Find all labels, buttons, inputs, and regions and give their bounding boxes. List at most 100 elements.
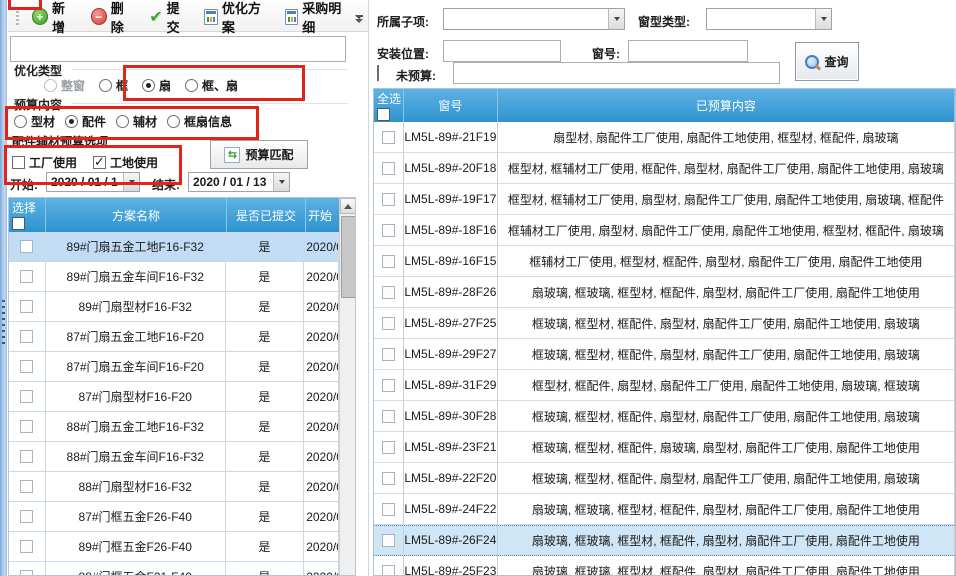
row-checkbox[interactable] [20,480,33,493]
budget-content-radio[interactable]: 辅材 [116,113,157,130]
start-date-cell: 2020/0 [304,292,339,322]
row-checkbox[interactable] [382,131,395,144]
window-type-select[interactable] [706,8,832,30]
budget-match-button[interactable]: ⇆ 预算匹配 [210,140,308,169]
panel-divider[interactable] [368,0,369,576]
delete-button[interactable]: − 删除 [86,0,141,38]
row-checkbox[interactable] [20,390,33,403]
plan-name-header[interactable]: 方案名称 [46,198,227,232]
window-row[interactable]: LM5L-89#-18F16 框辅材工厂使用, 扇型材, 扇配件工厂使用, 扇配… [374,215,955,246]
row-checkbox[interactable] [20,540,33,553]
row-checkbox[interactable] [382,348,395,361]
select-all-checkbox[interactable] [377,108,390,121]
dropdown-arrow-icon[interactable] [815,9,831,29]
plan-search-input[interactable] [10,36,346,62]
opt-type-radio[interactable]: 整窗 [44,77,85,94]
start-date-picker[interactable]: 2020 / 01 / 1 [46,172,140,192]
add-button[interactable]: + 新增 [27,0,82,38]
plan-row[interactable]: 89#门扇五金工地F16-F32 是 2020/0 [9,232,339,262]
row-checkbox[interactable] [382,317,395,330]
optimize-plan-button[interactable]: 优化方案 [199,0,276,38]
scrollbar-thumb[interactable] [341,216,356,298]
plan-row[interactable]: 89#门框五金F26-F40 是 2020/0 [9,532,339,562]
budget-content-radio[interactable]: 框扇信息 [167,113,232,130]
row-checkbox[interactable] [20,270,33,283]
plan-row[interactable]: 88#门扇五金工地F16-F32 是 2020/0 [9,412,339,442]
window-row[interactable]: LM5L-89#-21F19 扇型材, 扇配件工厂使用, 扇配件工地使用, 框型… [374,122,955,153]
row-checkbox[interactable] [382,255,395,268]
row-checkbox[interactable] [382,503,395,516]
row-checkbox[interactable] [382,379,395,392]
window-row[interactable]: LM5L-89#-29F27 框玻璃, 框型材, 框配件, 扇型材, 扇配件工厂… [374,339,955,370]
row-checkbox[interactable] [382,472,395,485]
window-row[interactable]: LM5L-89#-27F25 框玻璃, 框型材, 框配件, 扇型材, 扇配件工厂… [374,308,955,339]
splitter-grip[interactable] [2,300,5,346]
window-row[interactable]: LM5L-89#-22F20 框玻璃, 框型材, 框配件, 扇型材, 扇配件工厂… [374,463,955,494]
row-checkbox[interactable] [20,450,33,463]
row-checkbox[interactable] [382,410,395,423]
dropdown-arrow-icon[interactable] [608,9,624,29]
install-position-input[interactable] [443,40,561,62]
usage-checkbox[interactable]: 工厂使用 [12,154,77,171]
row-checkbox[interactable] [382,565,395,576]
window-row[interactable]: LM5L-89#-25F23 扇玻璃, 框玻璃, 框型材, 框配件, 扇型材, … [374,556,955,576]
row-checkbox[interactable] [382,224,395,237]
row-checkbox[interactable] [382,193,395,206]
budget-content-radio[interactable]: 配件 [65,113,106,130]
toolbar-grip[interactable] [16,7,19,27]
opt-type-radio[interactable]: 框、扇 [185,77,238,94]
no-budget-input[interactable] [453,62,780,84]
row-checkbox[interactable] [20,510,33,523]
window-row[interactable]: LM5L-89#-16F15 框辅材工厂使用, 框型材, 框配件, 扇型材, 扇… [374,246,955,277]
plan-table-scrollbar[interactable] [339,198,355,575]
row-checkbox[interactable] [382,441,395,454]
window-no-header[interactable]: 窗号 [404,89,498,122]
window-row[interactable]: LM5L-89#-23F21 框玻璃, 框型材, 框配件, 扇玻璃, 扇型材, … [374,432,955,463]
plan-row[interactable]: 88#门框五金F21-F40 是 2020/0 [9,562,339,576]
usage-checkbox[interactable]: 工地使用 [93,154,158,171]
plan-row[interactable]: 87#门框五金F26-F40 是 2020/0 [9,502,339,532]
row-checkbox[interactable] [382,286,395,299]
opt-type-radio[interactable]: 框 [99,77,128,94]
dropdown-arrow-icon[interactable] [123,173,139,191]
no-budget-checkbox[interactable] [377,65,379,81]
row-checkbox[interactable] [20,360,33,373]
opt-type-radio[interactable]: 扇 [142,77,171,94]
select-all-checkbox[interactable] [12,217,25,230]
row-checkbox[interactable] [20,300,33,313]
row-checkbox[interactable] [20,240,33,253]
plan-row[interactable]: 89#门扇型材F16-F32 是 2020/0 [9,292,339,322]
budgeted-content-header[interactable]: 已预算内容 [498,89,955,122]
window-row[interactable]: LM5L-89#-19F17 框型材, 框辅材工厂使用, 扇型材, 扇配件工厂使… [374,184,955,215]
dropdown-arrow-icon[interactable] [273,173,289,191]
row-checkbox[interactable] [20,330,33,343]
plan-row[interactable]: 88#门扇五金车间F16-F32 是 2020/0 [9,442,339,472]
window-row[interactable]: LM5L-89#-24F22 扇玻璃, 框玻璃, 框型材, 框配件, 扇型材, … [374,494,955,525]
plan-row[interactable]: 87#门扇型材F16-F20 是 2020/0 [9,382,339,412]
plan-row[interactable]: 87#门扇五金车间F16-F20 是 2020/0 [9,352,339,382]
row-checkbox[interactable] [20,420,33,433]
start-header[interactable]: 开始 [306,198,341,232]
budget-content-radio[interactable]: 型材 [14,113,55,130]
toolbar-overflow-button[interactable] [352,10,366,28]
plan-row[interactable]: 87#门扇五金工地F16-F20 是 2020/0 [9,322,339,352]
plan-name-cell: 89#门框五金F26-F40 [46,532,226,562]
window-row[interactable]: LM5L-89#-30F28 框玻璃, 框型材, 框配件, 扇型材, 扇配件工厂… [374,401,955,432]
window-row[interactable]: LM5L-89#-31F29 框型材, 框配件, 扇型材, 扇配件工厂使用, 扇… [374,370,955,401]
window-row[interactable]: LM5L-89#-28F26 扇玻璃, 框玻璃, 框型材, 框配件, 扇型材, … [374,277,955,308]
query-button[interactable]: 查询 [795,42,859,81]
row-checkbox[interactable] [382,162,395,175]
window-row[interactable]: LM5L-89#-20F18 框型材, 框辅材工厂使用, 框配件, 扇型材, 扇… [374,153,955,184]
scroll-up-arrow-icon[interactable] [340,198,356,214]
plan-row[interactable]: 88#门扇型材F16-F32 是 2020/0 [9,472,339,502]
row-checkbox[interactable] [382,534,395,547]
row-checkbox[interactable] [20,570,33,576]
end-date-picker[interactable]: 2020 / 01 / 13 [188,172,290,192]
window-row[interactable]: LM5L-89#-26F24 扇玻璃, 框玻璃, 框型材, 框配件, 扇型材, … [374,525,955,556]
window-no-cell: LM5L-89#-27F25 [404,308,498,339]
plan-row[interactable]: 89#门扇五金车间F16-F32 是 2020/0 [9,262,339,292]
window-no-input[interactable] [628,40,748,62]
sub-item-select[interactable] [443,8,625,30]
submitted-header[interactable]: 是否已提交 [227,198,306,232]
submit-button[interactable]: ✔ 提交 [144,0,195,38]
